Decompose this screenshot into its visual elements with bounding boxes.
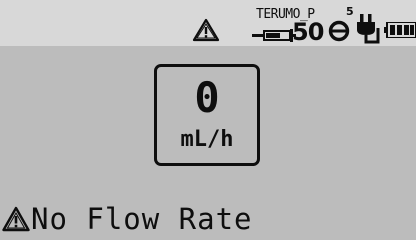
- flow-rate-display: 0 mL/h: [154, 64, 260, 166]
- status-bar: TERUMO_P 50 5: [0, 0, 416, 46]
- alarm-message: No Flow Rate: [31, 202, 253, 236]
- warning-triangle-icon: [192, 18, 220, 42]
- battery-icon: [384, 22, 416, 38]
- syringe-size: 50: [292, 18, 324, 46]
- syringe-info: TERUMO_P 50: [252, 8, 324, 46]
- flow-rate-unit: mL/h: [180, 127, 234, 152]
- ac-power-plug-icon: [357, 14, 380, 44]
- warning-triangle-icon: [2, 206, 30, 232]
- alarm-message-bar: No Flow Rate: [2, 202, 253, 236]
- occlusion-level: 5: [346, 5, 354, 18]
- occlusion-pressure-icon: [328, 20, 350, 42]
- flow-rate-value: 0: [194, 73, 220, 122]
- syringe-icon: [252, 29, 296, 42]
